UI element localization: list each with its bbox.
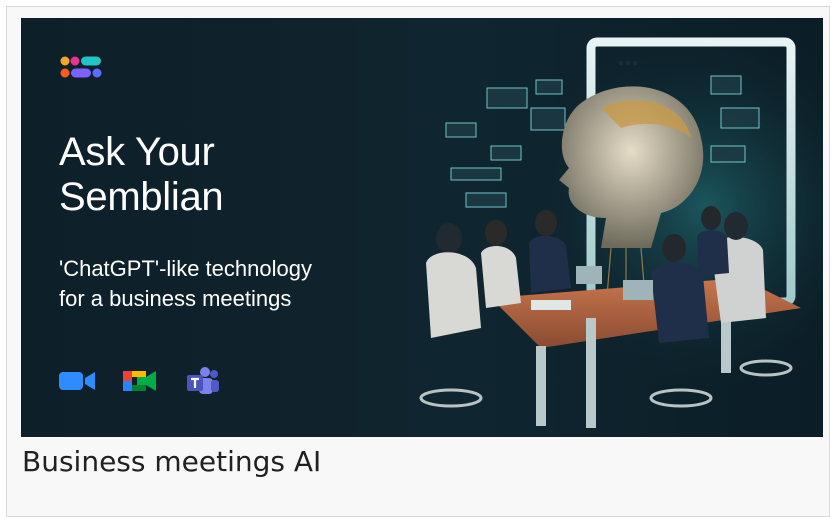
image-caption: Business meetings AI xyxy=(22,445,322,478)
zoom-icon xyxy=(59,366,97,396)
teams-icon xyxy=(183,366,221,396)
semblian-logo-icon xyxy=(60,56,102,78)
google-meet-icon xyxy=(121,366,159,396)
banner-title: Ask Your Semblian xyxy=(59,130,224,219)
integration-apps xyxy=(59,366,221,396)
promo-banner-image[interactable]: Ask Your Semblian 'ChatGPT'-like technol… xyxy=(21,18,823,437)
banner-subtitle: 'ChatGPT'-like technology for a business… xyxy=(59,256,312,311)
